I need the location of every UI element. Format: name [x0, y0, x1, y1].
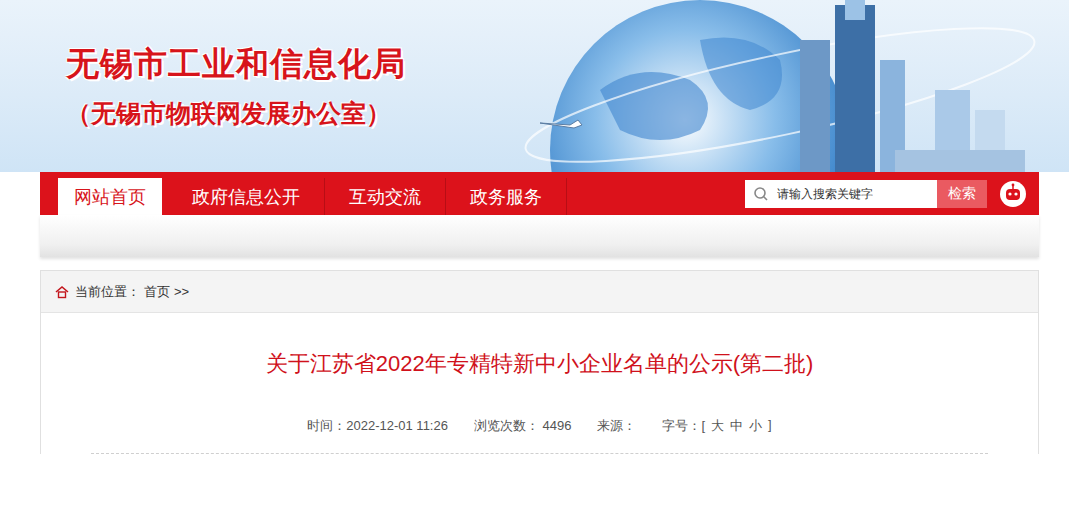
font-size-link[interactable]: 小: [749, 417, 762, 435]
robot-icon[interactable]: [999, 180, 1027, 208]
breadcrumb: 当前位置：首页 >>: [41, 271, 1038, 313]
breadcrumb-link[interactable]: 首页: [144, 283, 170, 301]
meta-time: 时间：2022-12-01 11:26: [307, 417, 448, 435]
search-bar: 检索: [745, 180, 987, 208]
meta-views: 浏览次数： 4496: [474, 417, 572, 435]
search-icon: [753, 186, 769, 202]
nav-item[interactable]: 网站首页: [58, 178, 162, 215]
banner-globe-icon: [0, 0, 1069, 172]
search-input[interactable]: [775, 186, 937, 202]
breadcrumb-separator: >>: [174, 284, 189, 299]
nav-item[interactable]: 政务服务: [446, 178, 567, 215]
nav-item[interactable]: 互动交流: [325, 178, 446, 215]
site-subtitle: （无锡市物联网发展办公室）: [66, 97, 1069, 130]
font-size-link[interactable]: 大: [711, 417, 724, 435]
site-header: 无锡市工业和信息化局 （无锡市物联网发展办公室）: [0, 0, 1069, 172]
article-title: 关于江苏省2022年专精特新中小企业名单的公示(第二批): [41, 349, 1038, 379]
main-nav: 网站首页政府信息公开互动交流政务服务 检索: [40, 172, 1039, 215]
page: 无锡市工业和信息化局 （无锡市物联网发展办公室） 网站首页政府信息公开互动交流政务服…: [0, 0, 1069, 507]
font-size-link[interactable]: 中: [730, 417, 743, 435]
sub-strip: [40, 215, 1039, 257]
site-title: 无锡市工业和信息化局: [66, 42, 1069, 87]
meta-source: 来源：: [597, 417, 636, 435]
breadcrumb-label: 当前位置：: [75, 283, 140, 301]
meta-font-size: 字号：[大中小]: [662, 417, 771, 435]
article-meta: 时间：2022-12-01 11:26 浏览次数： 4496 来源： 字号：[大中小]: [41, 417, 1038, 435]
search-button[interactable]: 检索: [937, 180, 987, 208]
search-field: [745, 180, 937, 208]
home-icon: [55, 285, 69, 299]
nav-item[interactable]: 政府信息公开: [168, 178, 325, 215]
dashed-divider: [91, 453, 988, 454]
content-box: 当前位置：首页 >> 关于江苏省2022年专精特新中小企业名单的公示(第二批) 时间：…: [40, 270, 1039, 454]
